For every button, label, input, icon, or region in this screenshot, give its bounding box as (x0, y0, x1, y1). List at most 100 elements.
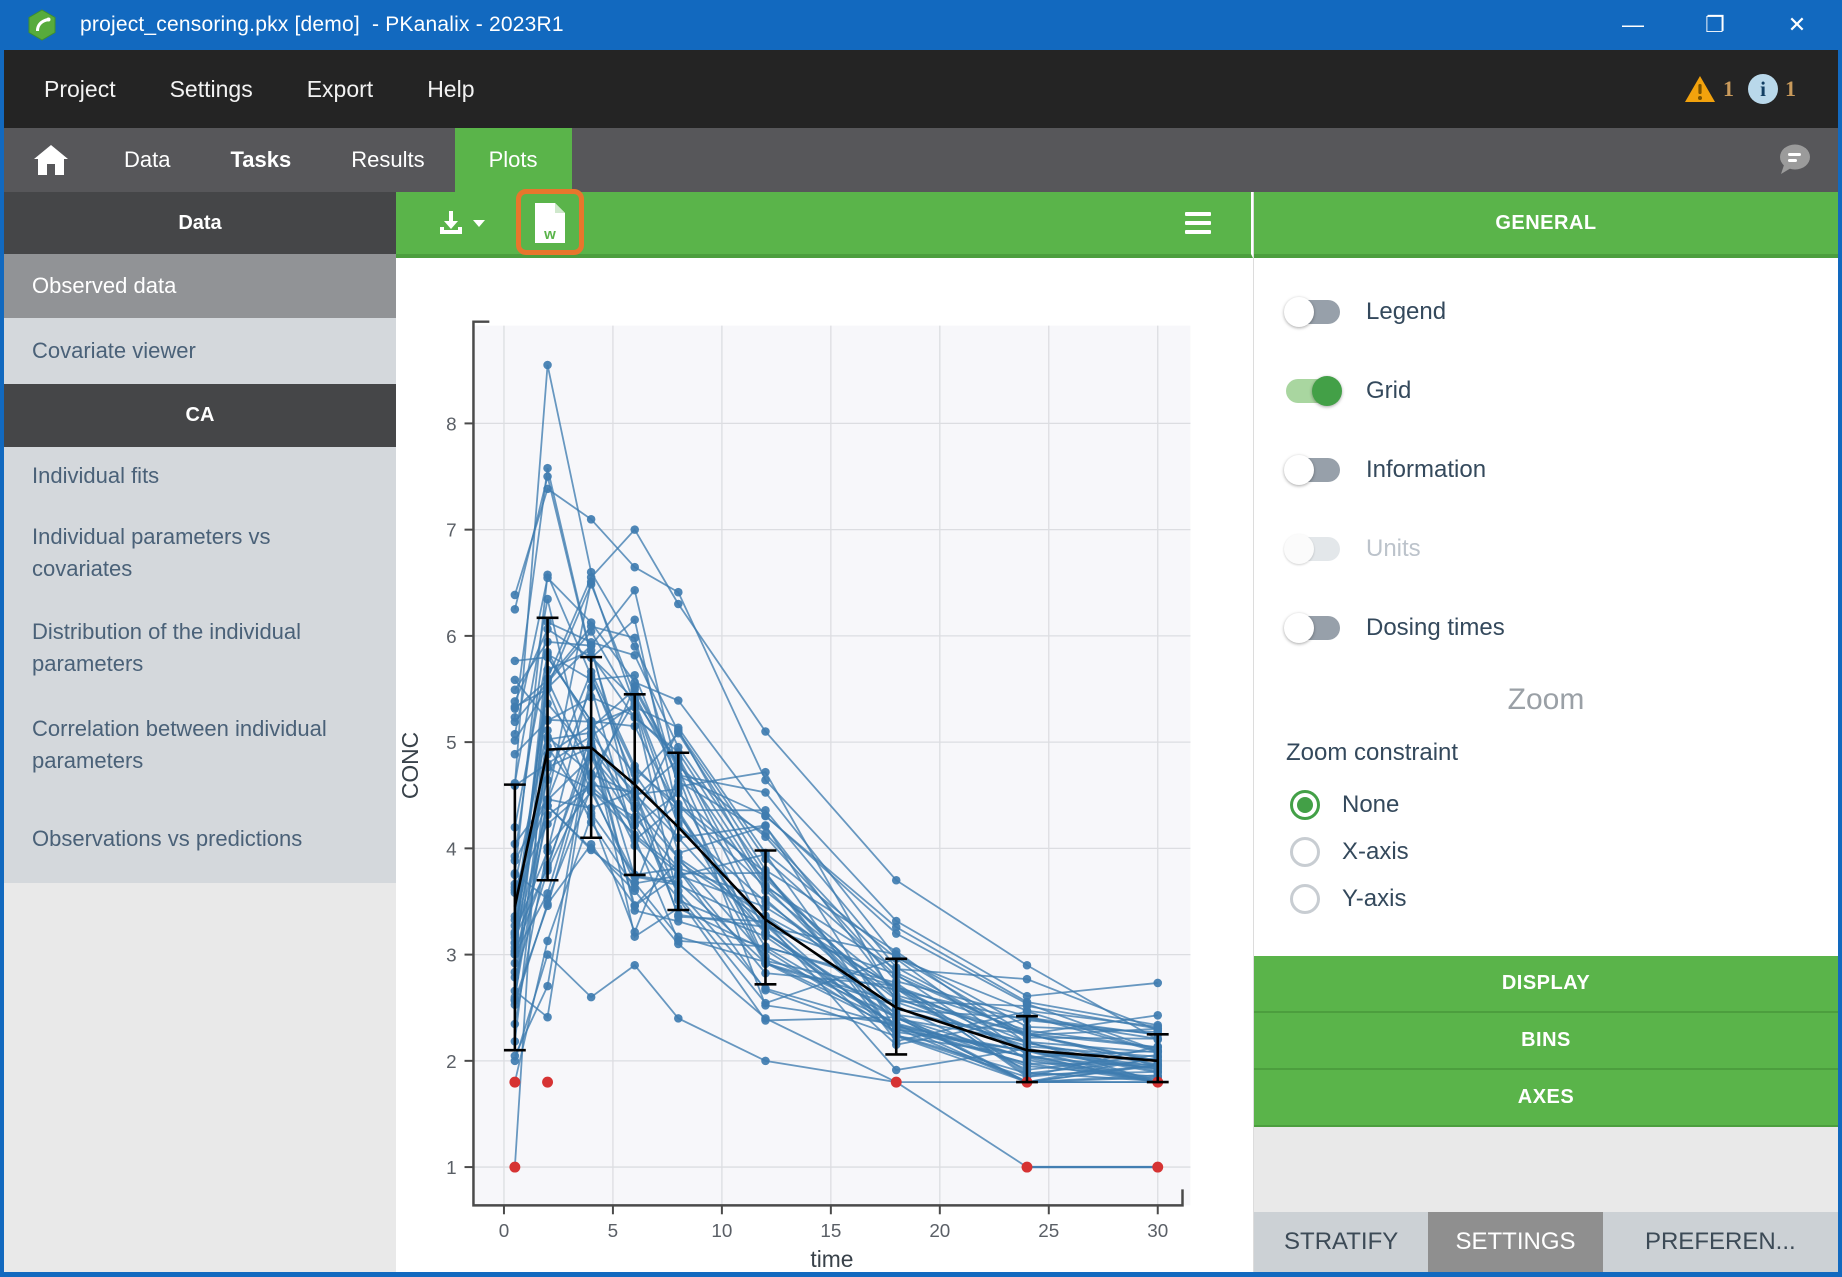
svg-text:8: 8 (446, 414, 456, 435)
chat-bubble-icon (1776, 143, 1812, 177)
display-section-button[interactable]: DISPLAY (1254, 956, 1838, 1013)
radio-y-axis-label: Y-axis (1342, 885, 1406, 913)
zoom-constraint-label: Zoom constraint (1286, 739, 1838, 767)
menu-help[interactable]: Help (413, 76, 488, 103)
info-badge[interactable]: i 1 (1748, 74, 1796, 104)
svg-text:4: 4 (446, 839, 456, 860)
sidebar-item-individual-fits[interactable]: Individual fits (4, 447, 396, 505)
warning-badge[interactable]: 1 (1684, 75, 1734, 103)
svg-text:7: 7 (446, 521, 456, 542)
sidebar-item-indiv-params-vs-covariates[interactable]: Individual parameters vs covariates (4, 505, 396, 600)
home-button[interactable] (4, 128, 94, 192)
sidebar-section-ca: CA (4, 384, 396, 447)
sidebar-item-correlation-indiv-params[interactable]: Correlation between individual parameter… (4, 695, 396, 795)
svg-text:3: 3 (446, 946, 456, 967)
svg-text:20: 20 (929, 1221, 950, 1242)
settings-panel: GENERAL Legend Grid Information Units (1253, 192, 1838, 1272)
app-logo-icon (26, 9, 58, 41)
zoom-constraint-yaxis-row: Y-axis (1290, 875, 1838, 922)
zoom-section-title: Zoom (1286, 683, 1806, 717)
information-toggle-label: Information (1366, 456, 1486, 484)
bins-section-button[interactable]: BINS (1254, 1013, 1838, 1070)
radio-x-axis-label: X-axis (1342, 838, 1409, 866)
svg-text:0: 0 (499, 1221, 509, 1242)
menu-export[interactable]: Export (293, 76, 387, 103)
sidebar-filler (4, 883, 396, 1272)
dosing-times-toggle-row: Dosing times (1286, 588, 1838, 667)
warning-icon (1684, 75, 1716, 103)
legend-toggle-label: Legend (1366, 298, 1446, 326)
tab-plots[interactable]: Plots (455, 128, 572, 192)
menubar: Project Settings Export Help 1 i 1 (4, 50, 1838, 128)
tab-preferences[interactable]: PREFEREN... (1603, 1212, 1838, 1272)
tabbar-spacer (572, 128, 1776, 192)
plot-options-menu-button[interactable] (1185, 212, 1211, 234)
information-toggle-row: Information (1286, 430, 1838, 509)
tab-data[interactable]: Data (94, 128, 200, 192)
panel-section-buttons: DISPLAY BINS AXES (1254, 956, 1838, 1127)
svg-text:time: time (810, 1246, 853, 1272)
window-title: project_censoring.pkx [demo] - PKanalix … (80, 13, 564, 37)
info-icon: i (1748, 74, 1778, 104)
panel-filler (1254, 1127, 1838, 1212)
plots-sidebar: Data Observed data Covariate viewer CA I… (4, 192, 396, 1272)
home-icon (34, 145, 68, 175)
general-section-header[interactable]: GENERAL (1254, 192, 1838, 258)
radio-none-label: None (1342, 791, 1399, 819)
dosing-times-toggle[interactable] (1286, 616, 1340, 640)
main-tabbar: Data Tasks Results Plots (4, 128, 1838, 192)
close-button[interactable]: ✕ (1756, 0, 1838, 50)
tab-results[interactable]: Results (321, 128, 454, 192)
units-toggle (1286, 537, 1340, 561)
plot-main-area: w 05101520253012345678timeCONC (396, 192, 1253, 1272)
word-export-icon: w (531, 201, 569, 245)
app-window: project_censoring.pkx [demo] - PKanalix … (0, 0, 1842, 1277)
svg-text:10: 10 (711, 1221, 732, 1242)
observed-data-plot[interactable]: 05101520253012345678timeCONC (396, 258, 1253, 1272)
legend-toggle-row: Legend (1286, 272, 1838, 351)
svg-text:30: 30 (1147, 1221, 1168, 1242)
svg-text:5: 5 (608, 1221, 618, 1242)
svg-text:6: 6 (446, 627, 456, 648)
units-toggle-label: Units (1366, 535, 1421, 563)
svg-text:CONC: CONC (397, 732, 423, 799)
svg-text:w: w (543, 226, 556, 243)
tab-stratify[interactable]: STRATIFY (1254, 1212, 1428, 1272)
svg-text:25: 25 (1038, 1221, 1059, 1242)
tab-tasks[interactable]: Tasks (200, 128, 321, 192)
radio-y-axis[interactable] (1290, 884, 1320, 914)
svg-text:5: 5 (446, 733, 456, 754)
menu-project[interactable]: Project (30, 76, 130, 103)
general-section-content: Legend Grid Information Units Dosing tim… (1254, 258, 1838, 922)
info-count: 1 (1785, 76, 1796, 102)
feedback-button[interactable] (1776, 128, 1838, 192)
panel-bottom-tabs: STRATIFY SETTINGS PREFEREN... (1254, 1212, 1838, 1272)
sidebar-item-distribution-indiv-params[interactable]: Distribution of the individual parameter… (4, 600, 396, 695)
radio-x-axis[interactable] (1290, 837, 1320, 867)
download-icon (436, 208, 466, 238)
radio-none[interactable] (1290, 790, 1320, 820)
export-image-button[interactable] (436, 208, 486, 238)
hamburger-menu-icon (1185, 212, 1211, 216)
sidebar-item-obs-vs-predictions[interactable]: Observations vs predictions (4, 795, 396, 883)
tab-settings[interactable]: SETTINGS (1428, 1212, 1602, 1272)
sidebar-item-observed-data[interactable]: Observed data (4, 254, 396, 318)
svg-text:2: 2 (446, 1052, 456, 1073)
legend-toggle[interactable] (1286, 300, 1340, 324)
minimize-button[interactable]: — (1592, 0, 1674, 50)
export-word-button[interactable]: w (531, 201, 569, 245)
information-toggle[interactable] (1286, 458, 1340, 482)
axes-section-button[interactable]: AXES (1254, 1070, 1838, 1127)
maximize-button[interactable]: ❐ (1674, 0, 1756, 50)
dosing-times-toggle-label: Dosing times (1366, 614, 1505, 642)
titlebar: project_censoring.pkx [demo] - PKanalix … (4, 0, 1838, 50)
grid-toggle[interactable] (1286, 379, 1340, 403)
warning-count: 1 (1723, 76, 1734, 102)
sidebar-item-covariate-viewer[interactable]: Covariate viewer (4, 318, 396, 384)
zoom-constraint-none-row: None (1290, 781, 1838, 828)
sidebar-section-data: Data (4, 192, 396, 254)
units-toggle-row: Units (1286, 509, 1838, 588)
conc-vs-time-chart[interactable]: 05101520253012345678timeCONC (396, 258, 1253, 1272)
grid-toggle-label: Grid (1366, 377, 1411, 405)
menu-settings[interactable]: Settings (156, 76, 267, 103)
